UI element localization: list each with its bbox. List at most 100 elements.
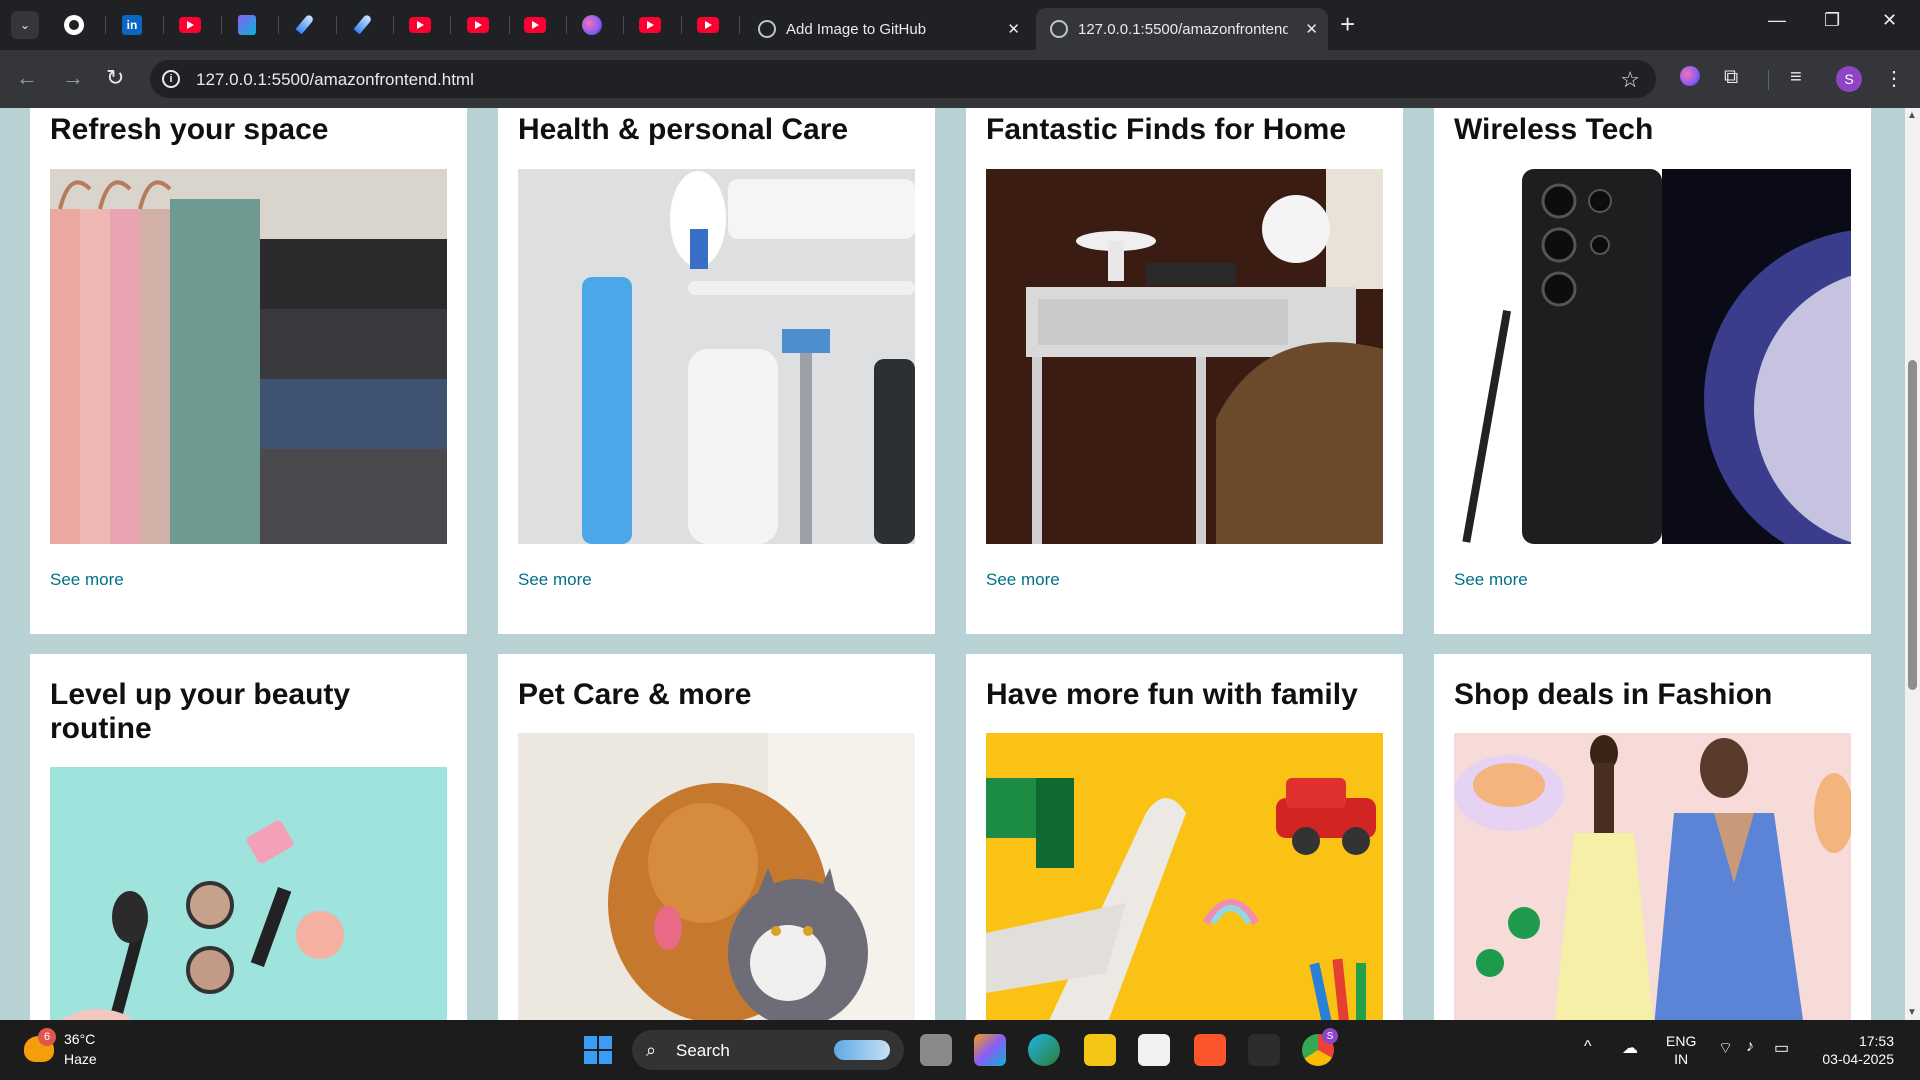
address-url[interactable]: 127.0.0.1:5500/amazonfrontend.html bbox=[196, 70, 474, 90]
rocket-icon bbox=[293, 14, 315, 36]
edge-icon[interactable] bbox=[1028, 1034, 1060, 1066]
tray-overflow-chevron-icon[interactable]: ^ bbox=[1584, 1038, 1592, 1056]
language-indicator[interactable]: ENG IN bbox=[1666, 1032, 1696, 1068]
card-image-fashion[interactable] bbox=[1454, 733, 1851, 1020]
see-more-link[interactable]: See more bbox=[986, 570, 1060, 590]
code-editor-icon[interactable] bbox=[1248, 1034, 1280, 1066]
pinned-tab-github[interactable] bbox=[62, 13, 86, 37]
pinned-tab-app[interactable] bbox=[235, 13, 259, 37]
pinned-tab-linkedin[interactable]: in bbox=[120, 13, 144, 37]
scroll-up-arrow[interactable]: ▲ bbox=[1907, 110, 1917, 121]
card-image-personal-care[interactable] bbox=[518, 169, 915, 544]
close-tab-icon[interactable]: ✕ bbox=[1007, 20, 1020, 38]
category-card: Refresh your space See more bbox=[30, 108, 467, 634]
app-icon bbox=[238, 15, 256, 35]
taskbar-search[interactable]: ⌕ Search bbox=[632, 1030, 904, 1070]
wifi-icon[interactable]: ⌔ bbox=[1718, 1038, 1733, 1058]
bookmark-star-icon[interactable]: ☆ bbox=[1620, 67, 1640, 93]
pinned-separator bbox=[566, 16, 567, 34]
see-more-link[interactable]: See more bbox=[1454, 570, 1528, 590]
category-card: Fantastic Finds for Home See more bbox=[966, 108, 1403, 634]
family-toys-image bbox=[986, 733, 1383, 1020]
vertical-scrollbar[interactable]: ▲ ▼ bbox=[1905, 108, 1920, 1020]
tab-search-button[interactable]: ⌄ bbox=[11, 11, 39, 39]
pinned-tab-youtube[interactable] bbox=[466, 13, 490, 37]
close-tab-icon[interactable]: ✕ bbox=[1305, 20, 1318, 38]
scrollbar-thumb[interactable] bbox=[1908, 360, 1917, 690]
tab-active-localhost[interactable]: 127.0.0.1:5500/amazonfrontend.html ✕ bbox=[1036, 8, 1328, 50]
towels-image bbox=[50, 169, 447, 544]
onedrive-icon[interactable]: ☁ bbox=[1622, 1038, 1638, 1058]
beauty-image bbox=[50, 767, 447, 1020]
card-title: Have more fun with family bbox=[986, 678, 1358, 711]
fashion-image bbox=[1454, 733, 1851, 1020]
category-card: Have more fun with family bbox=[966, 654, 1403, 1020]
pinned-separator bbox=[681, 16, 682, 34]
start-button[interactable] bbox=[584, 1036, 612, 1064]
pinned-separator bbox=[450, 16, 451, 34]
category-card: Shop deals in Fashion bbox=[1434, 654, 1871, 1020]
card-image-home[interactable] bbox=[986, 169, 1383, 544]
pinned-tab-rocket[interactable] bbox=[292, 13, 316, 37]
battery-icon[interactable]: ▭ bbox=[1774, 1038, 1789, 1058]
copilot-icon[interactable] bbox=[974, 1034, 1006, 1066]
see-more-link[interactable]: See more bbox=[518, 570, 592, 590]
pinned-tab-youtube[interactable] bbox=[523, 13, 547, 37]
system-clock[interactable]: 17:53 03-04-2025 bbox=[1818, 1032, 1894, 1068]
extensions-puzzle-icon[interactable]: ⧉ bbox=[1724, 66, 1738, 89]
chrome-icon[interactable]: S bbox=[1302, 1028, 1338, 1066]
pinned-separator bbox=[739, 16, 740, 34]
ai-assistant-icon bbox=[1680, 66, 1700, 86]
pinned-separator bbox=[509, 16, 510, 34]
page-viewport: Refresh your space See more Health & per… bbox=[0, 108, 1905, 1020]
new-tab-button[interactable]: + bbox=[1340, 11, 1355, 37]
home-desk-image bbox=[986, 169, 1383, 544]
scroll-down-arrow[interactable]: ▼ bbox=[1907, 1007, 1917, 1018]
tab-add-image-github[interactable]: Add Image to GitHub ✕ bbox=[744, 8, 1030, 50]
category-card: Wireless Tech See more bbox=[1434, 108, 1871, 634]
rocket-icon bbox=[351, 14, 373, 36]
globe-icon bbox=[1050, 20, 1068, 38]
close-window-button[interactable]: ✕ bbox=[1882, 10, 1897, 31]
phone-image bbox=[1454, 169, 1851, 544]
microsoft-store-icon[interactable] bbox=[1138, 1034, 1170, 1066]
weather-temp: 36°C bbox=[64, 1031, 96, 1047]
minimize-button[interactable]: — bbox=[1768, 10, 1786, 31]
site-info-icon[interactable]: i bbox=[162, 70, 180, 88]
pinned-tab-youtube[interactable] bbox=[408, 13, 432, 37]
search-icon: ⌕ bbox=[646, 1040, 657, 1060]
pinned-tab-brave[interactable] bbox=[580, 13, 604, 37]
restore-button[interactable]: ❐ bbox=[1824, 10, 1840, 31]
card-image-towels[interactable] bbox=[50, 169, 447, 544]
search-highlight-art bbox=[834, 1040, 890, 1060]
reload-button[interactable]: ↻ bbox=[106, 65, 124, 91]
menu-kebab-icon[interactable]: ⋮ bbox=[1884, 66, 1904, 91]
pinned-tab-youtube[interactable] bbox=[178, 13, 202, 37]
volume-icon[interactable]: ♪ bbox=[1746, 1038, 1754, 1056]
pinned-separator bbox=[163, 16, 164, 34]
see-more-link[interactable]: See more bbox=[50, 570, 124, 590]
extension-brain-icon[interactable] bbox=[1680, 66, 1700, 86]
file-explorer-icon[interactable] bbox=[1084, 1034, 1116, 1066]
pinned-separator bbox=[623, 16, 624, 34]
back-button[interactable]: ← bbox=[16, 65, 38, 91]
card-image-phone[interactable] bbox=[1454, 169, 1851, 544]
pinned-tab-youtube[interactable] bbox=[638, 13, 662, 37]
profile-avatar[interactable]: S bbox=[1836, 66, 1862, 92]
task-view-icon[interactable] bbox=[920, 1034, 952, 1066]
language-region: IN bbox=[1674, 1051, 1689, 1067]
card-image-beauty[interactable] bbox=[50, 767, 447, 1020]
windows-logo-pane bbox=[599, 1051, 612, 1064]
forward-button[interactable]: → bbox=[62, 65, 84, 91]
windows-logo-pane bbox=[599, 1036, 612, 1049]
pinned-tab-youtube[interactable] bbox=[696, 13, 720, 37]
brave-browser-icon[interactable] bbox=[1194, 1034, 1226, 1066]
card-image-pets[interactable] bbox=[518, 733, 915, 1020]
card-title: Health & personal Care bbox=[518, 113, 849, 146]
address-bar[interactable]: i 127.0.0.1:5500/amazonfrontend.html ☆ bbox=[150, 60, 1656, 98]
youtube-icon bbox=[467, 17, 489, 33]
clock-date: 03-04-2025 bbox=[1822, 1051, 1894, 1067]
pinned-tab-rocket[interactable] bbox=[350, 13, 374, 37]
card-image-family[interactable] bbox=[986, 733, 1383, 1020]
media-controls-icon[interactable]: ≡ bbox=[1790, 66, 1802, 89]
